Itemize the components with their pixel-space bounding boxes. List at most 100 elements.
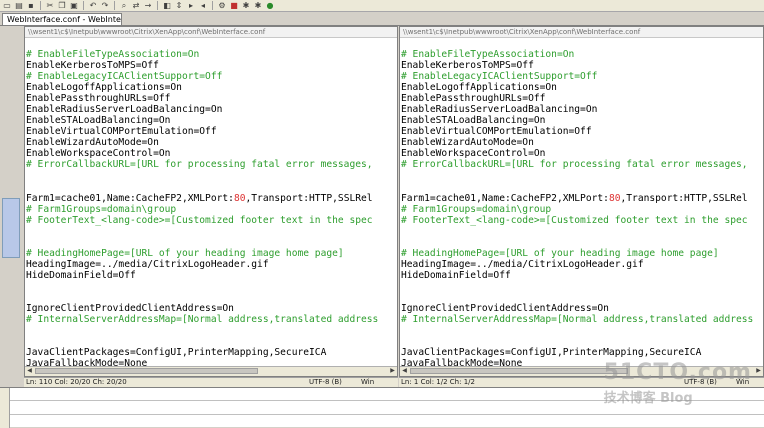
code-line[interactable]: EnablePassthroughURLs=Off <box>400 93 763 104</box>
output-row-divider <box>10 414 764 415</box>
code-line[interactable]: # Farm1Groups=domain\group <box>25 204 397 215</box>
find-icon[interactable]: ⌕ <box>119 1 129 10</box>
left-encoding: UTF-8 (B) <box>309 378 342 386</box>
code-line[interactable]: Farm1=cache01,Name:CacheFP2,XMLPort:80,T… <box>400 193 763 204</box>
code-line[interactable]: # InternalServerAddressMap=[Normal addre… <box>25 314 397 325</box>
code-line[interactable]: EnableVirtualCOMPortEmulation=Off <box>25 126 397 137</box>
goto-icon[interactable]: → <box>143 1 153 10</box>
code-line[interactable]: EnableWorkspaceControl=On <box>25 148 397 159</box>
code-line[interactable]: EnableSTALoadBalancing=On <box>400 115 763 126</box>
code-line[interactable]: IgnoreClientProvidedClientAddress=On <box>400 303 763 314</box>
next-diff-icon[interactable]: ▸ <box>186 1 196 10</box>
paste-icon[interactable]: ▣ <box>69 1 79 10</box>
code-line[interactable] <box>400 182 763 193</box>
code-line[interactable] <box>400 171 763 182</box>
left-scroll-thumb[interactable] <box>35 368 259 374</box>
code-line[interactable]: JavaClientPackages=ConfigUI,PrinterMappi… <box>400 347 763 358</box>
code-line[interactable]: HideDomainField=Off <box>25 270 397 281</box>
scroll-left-icon[interactable]: ◀ <box>25 367 34 375</box>
code-line[interactable]: EnableVirtualCOMPortEmulation=Off <box>400 126 763 137</box>
code-line[interactable] <box>25 281 397 292</box>
code-line[interactable] <box>25 182 397 193</box>
right-cursor-position: Ln: 1 Col: 1/2 Ch: 1/2 <box>401 378 475 386</box>
code-line[interactable] <box>400 325 763 336</box>
code-line[interactable]: # InternalServerAddressMap=[Normal addre… <box>400 314 763 325</box>
left-editor-pane[interactable]: \\wsent1\c$\Inetpub\wwwroot\Citrix\XenAp… <box>24 26 398 377</box>
diff-marker[interactable] <box>2 198 20 258</box>
code-line[interactable]: EnableWizardAutoMode=On <box>25 137 397 148</box>
right-code-area[interactable]: # EnableFileTypeAssociation=On EnableKerb… <box>400 49 763 369</box>
code-line[interactable]: EnableWorkspaceControl=On <box>400 148 763 159</box>
left-status-bar: Ln: 110 Col: 20/20 Ch: 20/20 UTF-8 (B) W… <box>24 377 398 387</box>
number-token: 80 <box>608 192 621 204</box>
right-scroll-thumb[interactable] <box>410 368 628 374</box>
code-line[interactable]: EnableKerberosToMPS=Off <box>400 60 763 71</box>
code-line[interactable]: # EnableFileTypeAssociation=On <box>400 49 763 60</box>
code-line[interactable]: # ErrorCallbackURL=[URL for processing f… <box>25 159 397 170</box>
code-line[interactable]: EnablePassthroughURLs=Off <box>25 93 397 104</box>
tab-webinterface-conf[interactable]: WebInterface.conf - WebInterface.conf <box>2 13 122 25</box>
code-line[interactable]: EnableLogoffApplications=On <box>400 82 763 93</box>
code-line[interactable] <box>400 292 763 303</box>
replace-icon[interactable]: ⇄ <box>131 1 141 10</box>
code-line[interactable]: # HeadingHomePage=[URL of your heading i… <box>400 248 763 259</box>
code-line[interactable]: # EnableFileTypeAssociation=On <box>25 49 397 60</box>
bookmark-icon[interactable]: ■ <box>229 1 239 10</box>
prev-diff-icon[interactable]: ◂ <box>198 1 208 10</box>
redo-icon[interactable]: ↷ <box>100 1 110 10</box>
open-folder-icon[interactable]: ▤ <box>14 1 24 10</box>
compare-icon[interactable]: ◧ <box>162 1 172 10</box>
code-line[interactable] <box>400 336 763 347</box>
code-line[interactable] <box>400 237 763 248</box>
left-horizontal-scrollbar[interactable]: ◀ ▶ <box>25 366 397 376</box>
watermark-main: 51CTO.com <box>603 360 752 385</box>
code-line[interactable]: Farm1=cache01,Name:CacheFP2,XMLPort:80,T… <box>25 193 397 204</box>
toolbar-separator <box>212 1 213 10</box>
left-eol: Win <box>361 378 375 386</box>
watermark: 51CTO.com 技术博客 Blog <box>604 360 752 406</box>
globe-icon[interactable]: ● <box>265 1 275 10</box>
tools-icon[interactable]: ✱ <box>253 1 263 10</box>
save-icon[interactable]: ▪ <box>26 1 36 10</box>
code-line[interactable]: # ErrorCallbackURL=[URL for processing f… <box>400 159 763 170</box>
code-line[interactable]: HeadingImage=../media/CitrixLogoHeader.g… <box>25 259 397 270</box>
code-line[interactable]: # HeadingHomePage=[URL of your heading i… <box>25 248 397 259</box>
code-line[interactable]: HeadingImage=../media/CitrixLogoHeader.g… <box>400 259 763 270</box>
code-line[interactable]: # EnableLegacyICAClientSupport=Off <box>25 71 397 82</box>
scroll-right-icon[interactable]: ▶ <box>754 367 763 375</box>
gear-icon[interactable]: ✱ <box>241 1 251 10</box>
code-line[interactable]: EnableRadiusServerLoadBalancing=On <box>400 104 763 115</box>
cut-icon[interactable]: ✂ <box>45 1 55 10</box>
code-line[interactable]: HideDomainField=Off <box>400 270 763 281</box>
scroll-left-icon[interactable]: ◀ <box>400 367 409 375</box>
code-line[interactable] <box>25 292 397 303</box>
code-line[interactable] <box>25 171 397 182</box>
code-line[interactable] <box>400 281 763 292</box>
right-editor-pane[interactable]: \\wsent1\c$\Inetpub\wwwroot\Citrix\XenAp… <box>399 26 764 377</box>
code-line[interactable]: # Farm1Groups=domain\group <box>400 204 763 215</box>
code-line[interactable] <box>25 237 397 248</box>
code-line[interactable]: EnableWizardAutoMode=On <box>400 137 763 148</box>
undo-icon[interactable]: ↶ <box>88 1 98 10</box>
code-line[interactable]: EnableLogoffApplications=On <box>25 82 397 93</box>
code-line[interactable]: # FooterText_<lang-code>=[Customized foo… <box>25 215 397 226</box>
left-code-area[interactable]: # EnableFileTypeAssociation=On EnableKerb… <box>25 49 397 369</box>
copy-icon[interactable]: ❐ <box>57 1 67 10</box>
sync-scroll-icon[interactable]: ⇕ <box>174 1 184 10</box>
code-line[interactable] <box>25 325 397 336</box>
new-file-icon[interactable]: ▭ <box>2 1 12 10</box>
code-line[interactable] <box>25 336 397 347</box>
code-line[interactable]: JavaClientPackages=ConfigUI,PrinterMappi… <box>25 347 397 358</box>
left-file-path: \\wsent1\c$\Inetpub\wwwroot\Citrix\XenAp… <box>25 27 397 38</box>
settings-icon[interactable]: ⚙ <box>217 1 227 10</box>
code-line[interactable]: # FooterText_<lang-code>=[Customized foo… <box>400 215 763 226</box>
scroll-right-icon[interactable]: ▶ <box>388 367 397 375</box>
code-line[interactable]: IgnoreClientProvidedClientAddress=On <box>25 303 397 314</box>
code-line[interactable]: EnableKerberosToMPS=Off <box>25 60 397 71</box>
code-line[interactable] <box>400 226 763 237</box>
code-line[interactable]: # EnableLegacyICAClientSupport=Off <box>400 71 763 82</box>
code-line[interactable]: EnableSTALoadBalancing=On <box>25 115 397 126</box>
left-cursor-position: Ln: 110 Col: 20/20 Ch: 20/20 <box>26 378 127 386</box>
code-line[interactable]: EnableRadiusServerLoadBalancing=On <box>25 104 397 115</box>
code-line[interactable] <box>25 226 397 237</box>
